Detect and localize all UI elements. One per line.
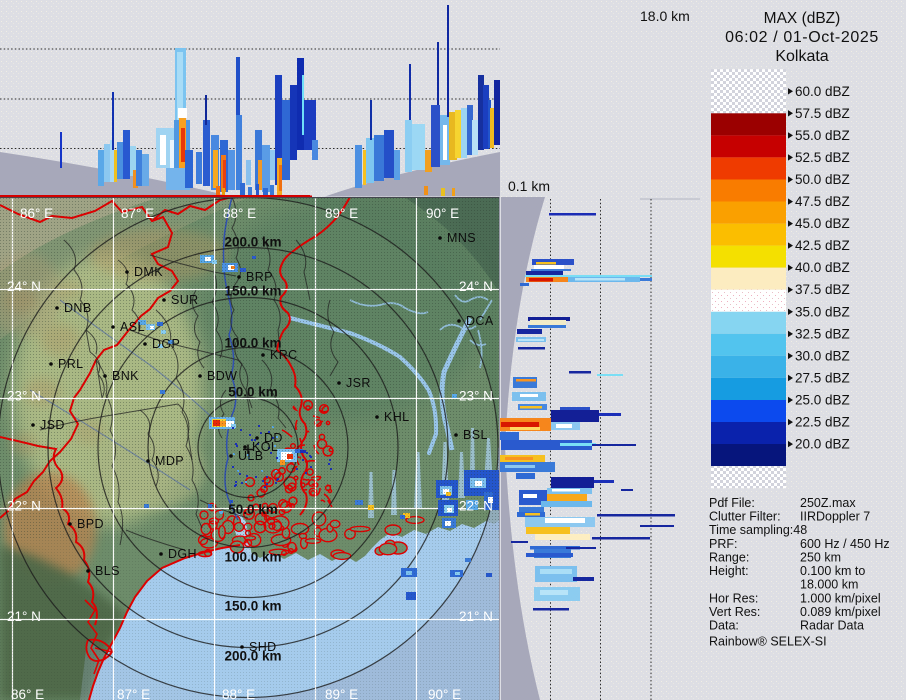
svg-text:24° N: 24° N [7, 279, 41, 294]
svg-text:DGH: DGH [168, 547, 197, 561]
svg-text:89° E: 89° E [325, 206, 358, 221]
svg-text:87° E: 87° E [121, 206, 154, 221]
svg-text:60.0 dBZ: 60.0 dBZ [795, 84, 850, 99]
svg-text:Kolkata: Kolkata [775, 48, 828, 65]
svg-text:23° N: 23° N [7, 389, 41, 404]
svg-text:ULB: ULB [238, 449, 264, 463]
svg-text:MNS: MNS [447, 231, 476, 245]
svg-text:IIRDoppler 7: IIRDoppler 7 [800, 510, 870, 524]
svg-text:30.0 dBZ: 30.0 dBZ [795, 348, 850, 363]
svg-text:JSR: JSR [346, 376, 371, 390]
svg-text:Hor Res:: Hor Res: [709, 592, 758, 606]
svg-text:100.0 km: 100.0 km [224, 550, 281, 565]
svg-text:22° N: 22° N [459, 499, 493, 514]
svg-text:Range:: Range: [709, 551, 749, 565]
svg-text:150.0 km: 150.0 km [224, 284, 281, 299]
svg-text:Vert Res:: Vert Res: [709, 605, 760, 619]
svg-text:40.0 dBZ: 40.0 dBZ [795, 260, 850, 275]
svg-text:150.0 km: 150.0 km [224, 599, 281, 614]
svg-text:18.000 km: 18.000 km [800, 578, 858, 592]
svg-text:22.5 dBZ: 22.5 dBZ [795, 415, 850, 430]
svg-text:88° E: 88° E [223, 206, 256, 221]
svg-text:BLS: BLS [95, 564, 120, 578]
svg-text:0.1 km: 0.1 km [508, 178, 550, 194]
svg-text:0.089 km/pixel: 0.089 km/pixel [800, 605, 881, 619]
svg-text:Data:: Data: [709, 619, 739, 633]
svg-text:45.0 dBZ: 45.0 dBZ [795, 216, 850, 231]
svg-text:KHL: KHL [384, 410, 410, 424]
svg-text:42.5 dBZ: 42.5 dBZ [795, 238, 850, 253]
svg-text:Pdf File:: Pdf File: [709, 496, 755, 510]
svg-text:Time sampling:48: Time sampling:48 [709, 523, 807, 537]
svg-text:22° N: 22° N [7, 499, 41, 514]
svg-text:21° N: 21° N [7, 609, 41, 624]
svg-text:KRC: KRC [270, 348, 298, 362]
svg-text:DNB: DNB [64, 301, 92, 315]
svg-text:BNK: BNK [112, 369, 139, 383]
svg-text:27.5 dBZ: 27.5 dBZ [795, 371, 850, 386]
svg-text:52.5 dBZ: 52.5 dBZ [795, 150, 850, 165]
svg-text:PRF:: PRF: [709, 537, 737, 551]
svg-text:18.0 km: 18.0 km [640, 8, 690, 24]
svg-text:47.5 dBZ: 47.5 dBZ [795, 194, 850, 209]
svg-text:57.5 dBZ: 57.5 dBZ [795, 106, 850, 121]
svg-text:DMK: DMK [134, 265, 163, 279]
svg-text:50.0 km: 50.0 km [228, 385, 278, 400]
svg-text:200.0 km: 200.0 km [224, 235, 281, 250]
svg-text:90° E: 90° E [428, 687, 461, 700]
svg-text:37.5 dBZ: 37.5 dBZ [795, 282, 850, 297]
svg-text:600 Hz / 450 Hz: 600 Hz / 450 Hz [800, 537, 890, 551]
svg-text:0.100 km to: 0.100 km to [800, 564, 865, 578]
svg-text:BDW: BDW [207, 369, 237, 383]
svg-text:Height:: Height: [709, 564, 749, 578]
svg-text:24° N: 24° N [459, 279, 493, 294]
svg-text:06:02 / 01-Oct-2025: 06:02 / 01-Oct-2025 [725, 29, 879, 46]
svg-text:Clutter Filter:: Clutter Filter: [709, 510, 781, 524]
svg-text:32.5 dBZ: 32.5 dBZ [795, 326, 850, 341]
svg-text:23° N: 23° N [459, 389, 493, 404]
svg-text:PRL: PRL [58, 357, 84, 371]
svg-text:88° E: 88° E [222, 687, 255, 700]
svg-text:Rainbow® SELEX-SI: Rainbow® SELEX-SI [709, 635, 827, 649]
svg-text:25.0 dBZ: 25.0 dBZ [795, 393, 850, 408]
svg-text:35.0 dBZ: 35.0 dBZ [795, 304, 850, 319]
svg-text:250Z.max: 250Z.max [800, 496, 856, 510]
svg-text:BRP: BRP [246, 270, 273, 284]
svg-text:87° E: 87° E [117, 687, 150, 700]
svg-text:Radar Data: Radar Data [800, 619, 864, 633]
svg-text:21° N: 21° N [459, 609, 493, 624]
svg-text:BSL: BSL [463, 428, 488, 442]
svg-text:MAX (dBZ): MAX (dBZ) [764, 10, 841, 27]
svg-text:1.000 km/pixel: 1.000 km/pixel [800, 592, 881, 606]
svg-text:DGP: DGP [152, 337, 180, 351]
svg-text:JSD: JSD [40, 418, 65, 432]
svg-text:86° E: 86° E [20, 206, 53, 221]
svg-text:250 km: 250 km [800, 551, 841, 565]
svg-text:86° E: 86° E [11, 687, 44, 700]
svg-text:ASL: ASL [120, 320, 145, 334]
svg-text:MDP: MDP [155, 454, 184, 468]
svg-text:89° E: 89° E [325, 687, 358, 700]
svg-text:90° E: 90° E [426, 206, 459, 221]
svg-text:55.0 dBZ: 55.0 dBZ [795, 128, 850, 143]
svg-text:50.0 km: 50.0 km [228, 502, 278, 517]
svg-text:DCA: DCA [466, 314, 494, 328]
svg-text:SHD: SHD [249, 640, 277, 654]
svg-text:20.0 dBZ: 20.0 dBZ [795, 437, 850, 452]
svg-text:50.0 dBZ: 50.0 dBZ [795, 172, 850, 187]
svg-text:SUR: SUR [171, 293, 199, 307]
svg-text:BPD: BPD [77, 517, 104, 531]
